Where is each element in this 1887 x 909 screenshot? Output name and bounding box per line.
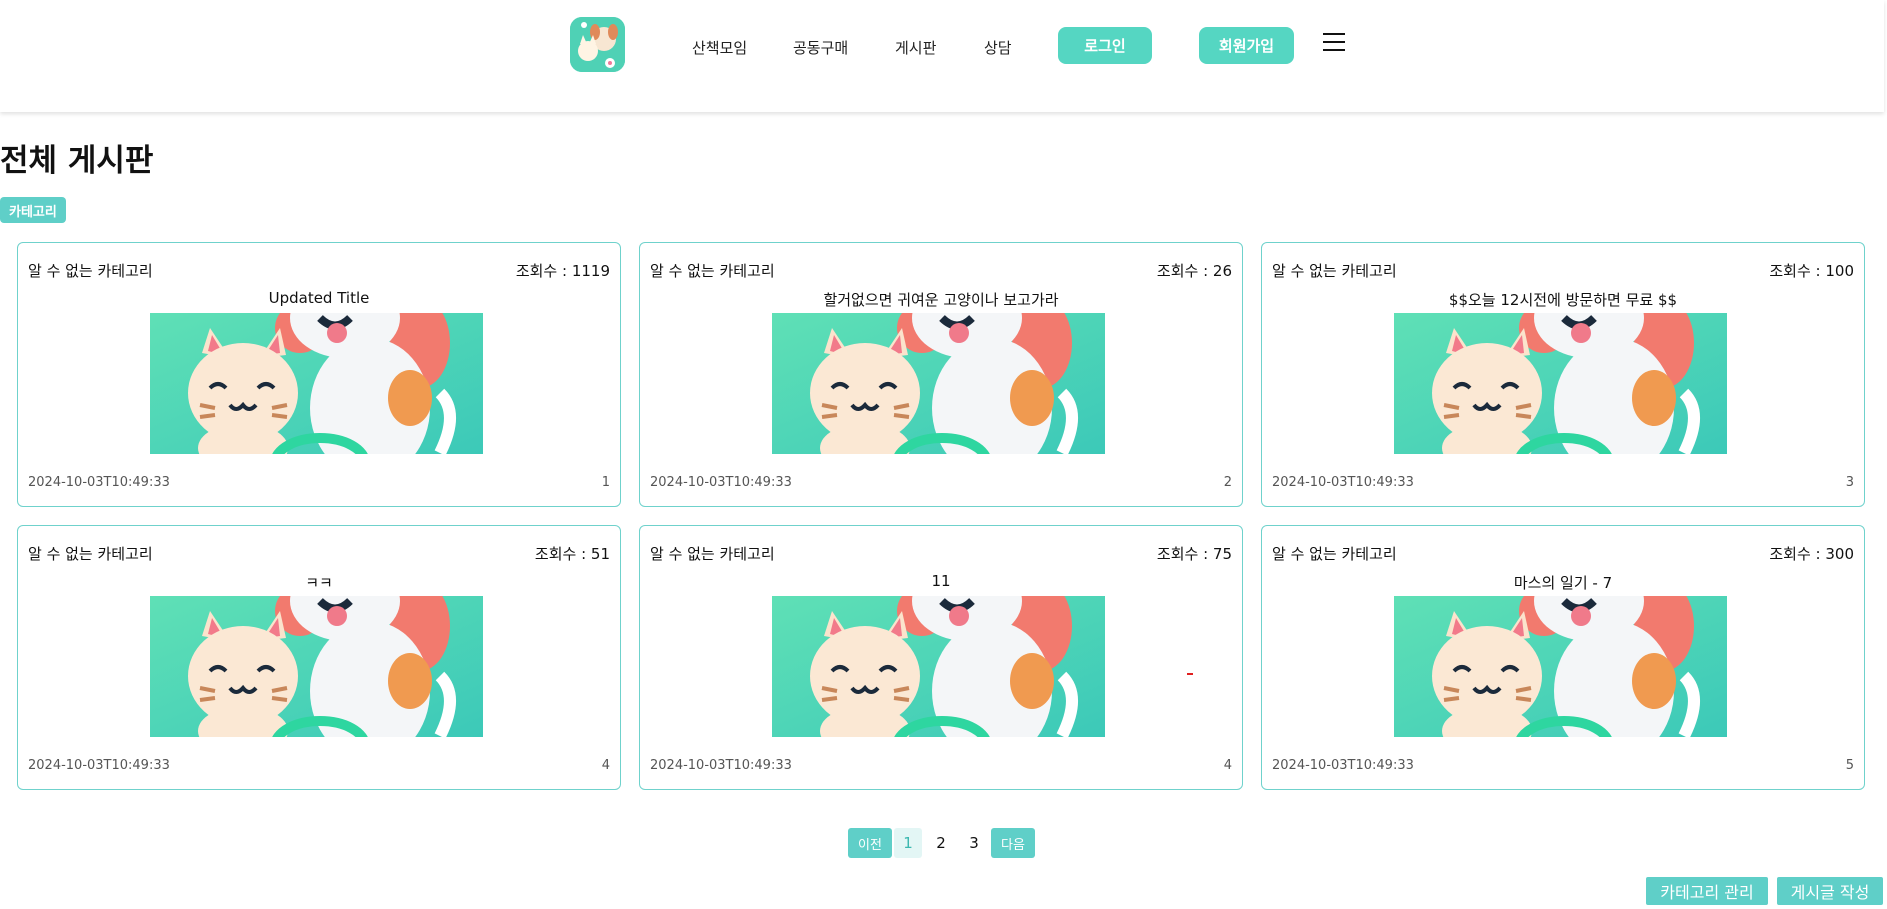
cat-dog-thumbnail-icon [150,313,483,454]
page-1-button[interactable]: 1 [894,828,922,858]
post-date: 2024-10-03T10:49:33 [1272,475,1414,490]
post-number: 4 [1223,758,1232,773]
post-title[interactable]: ㅋㅋ [18,572,620,593]
post-number: 2 [1223,475,1232,490]
post-views: 조회수 : 26 [1156,262,1232,280]
post-category: 알 수 없는 카테고리 [650,545,775,563]
nav-consult[interactable]: 상담 [984,37,1012,58]
logo[interactable] [570,17,625,72]
post-views: 조회수 : 51 [534,545,610,563]
login-button[interactable]: 로그인 [1058,27,1152,64]
top-header: 산책모임 공동구매 게시판 상담 로그인 회원가입 [0,0,1884,112]
post-date: 2024-10-03T10:49:33 [28,475,170,490]
post-number: 3 [1845,475,1854,490]
post-thumbnail[interactable] [1394,313,1727,454]
nav-group-buy[interactable]: 공동구매 [793,37,848,58]
post-views: 조회수 : 300 [1769,545,1854,563]
post-views: 조회수 : 1119 [515,262,610,280]
signup-button[interactable]: 회원가입 [1199,27,1294,64]
manage-categories-button[interactable]: 카테고리 관리 [1646,877,1768,905]
post-card[interactable]: 알 수 없는 카테고리 조회수 : 26 할거없으면 귀여운 고양이나 보고가라… [639,242,1243,507]
cat-dog-thumbnail-icon [772,313,1105,454]
post-title[interactable]: 마스의 일기 - 7 [1262,572,1864,593]
post-date: 2024-10-03T10:49:33 [650,758,792,773]
hamburger-icon[interactable] [1323,33,1345,55]
category-button[interactable]: 카테고리 [0,197,66,223]
cat-dog-thumbnail-icon [1394,313,1727,454]
pet-logo-icon [570,17,625,72]
page-title: 전체 게시판 [0,143,154,179]
post-views: 조회수 : 75 [1156,545,1232,563]
post-card[interactable]: 알 수 없는 카테고리 조회수 : 300 마스의 일기 - 7 2024-10… [1261,525,1865,790]
post-title[interactable]: $$오늘 12시전에 방문하면 무료 $$ [1262,289,1864,310]
post-card[interactable]: 알 수 없는 카테고리 조회수 : 51 ㅋㅋ 2024-10-03T10:49… [17,525,621,790]
red-dash-mark [1187,673,1193,675]
cat-dog-thumbnail-icon [150,596,483,737]
post-card[interactable]: 알 수 없는 카테고리 조회수 : 1119 Updated Title 202… [17,242,621,507]
post-date: 2024-10-03T10:49:33 [1272,758,1414,773]
post-number: 5 [1845,758,1854,773]
post-title[interactable]: 할거없으면 귀여운 고양이나 보고가라 [640,289,1242,310]
post-category: 알 수 없는 카테고리 [1272,545,1397,563]
next-page-button[interactable]: 다음 [991,828,1035,858]
post-category: 알 수 없는 카테고리 [28,545,153,563]
post-title[interactable]: 11 [640,572,1242,590]
post-thumbnail[interactable] [772,313,1105,454]
cat-dog-thumbnail-icon [1394,596,1727,737]
write-post-button[interactable]: 게시글 작성 [1777,877,1883,905]
cat-dog-thumbnail-icon [772,596,1105,737]
nav-board[interactable]: 게시판 [895,37,936,58]
post-category: 알 수 없는 카테고리 [28,262,153,280]
post-category: 알 수 없는 카테고리 [1272,262,1397,280]
post-thumbnail[interactable] [1394,596,1727,737]
prev-page-button[interactable]: 이전 [848,828,892,858]
nav-walk-group[interactable]: 산책모임 [692,37,747,58]
post-date: 2024-10-03T10:49:33 [28,758,170,773]
page-3-button[interactable]: 3 [960,828,988,858]
post-card[interactable]: 알 수 없는 카테고리 조회수 : 100 $$오늘 12시전에 방문하면 무료… [1261,242,1865,507]
post-category: 알 수 없는 카테고리 [650,262,775,280]
post-thumbnail[interactable] [772,596,1105,737]
post-views: 조회수 : 100 [1769,262,1854,280]
post-number: 4 [601,758,610,773]
post-title[interactable]: Updated Title [18,289,620,307]
page-2-button[interactable]: 2 [927,828,955,858]
post-number: 1 [601,475,610,490]
post-thumbnail[interactable] [150,596,483,737]
post-thumbnail[interactable] [150,313,483,454]
post-card[interactable]: 알 수 없는 카테고리 조회수 : 75 11 2024-10-03T10:49… [639,525,1243,790]
post-date: 2024-10-03T10:49:33 [650,475,792,490]
